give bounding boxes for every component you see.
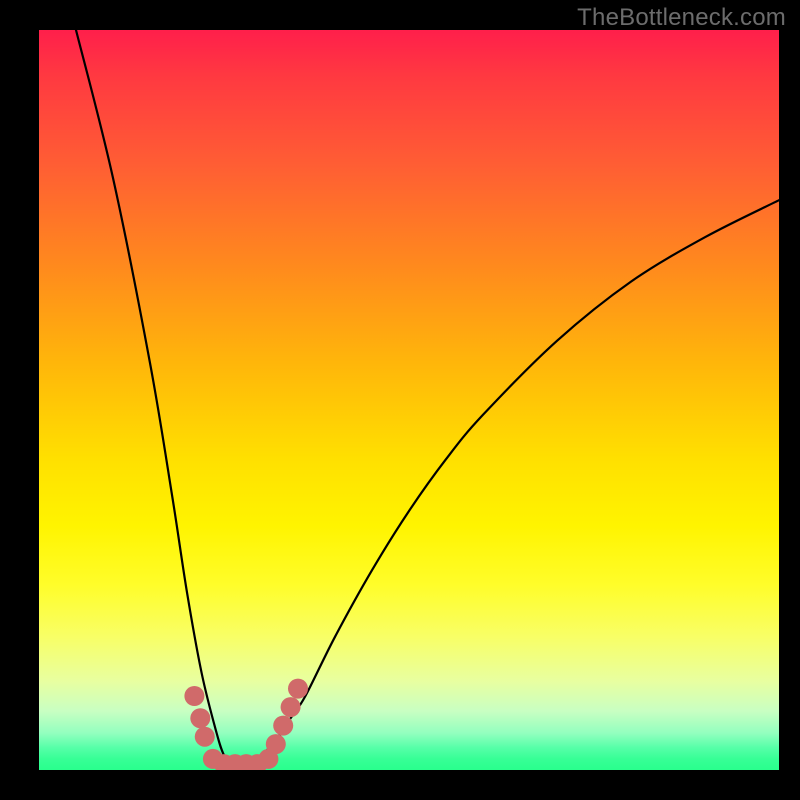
- curve-svg: [39, 30, 779, 770]
- curve-marker-dot: [190, 708, 210, 728]
- curve-marker-dot: [288, 679, 308, 699]
- chart-frame: TheBottleneck.com: [0, 0, 800, 800]
- curve-markers: [184, 679, 308, 770]
- curve-marker-dot: [195, 727, 215, 747]
- bottleneck-curve-line: [76, 30, 779, 763]
- curve-marker-dot: [281, 697, 301, 717]
- curve-marker-dot: [273, 716, 293, 736]
- watermark-text: TheBottleneck.com: [577, 4, 786, 32]
- plot-area: [39, 30, 779, 770]
- curve-marker-dot: [184, 686, 204, 706]
- curve-marker-dot: [266, 734, 286, 754]
